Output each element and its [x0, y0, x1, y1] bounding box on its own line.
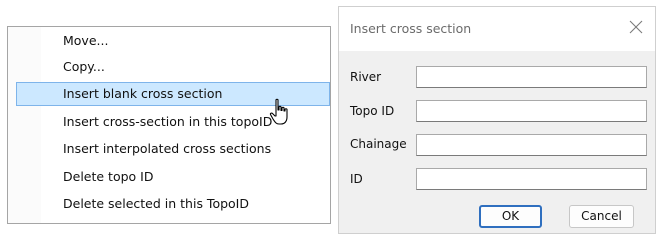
menu-item-delete-topo-id[interactable]: Delete topo ID	[16, 165, 330, 189]
screen: Move... Copy... Insert blank cross secti…	[0, 0, 656, 240]
topo-id-label: Topo ID	[350, 104, 395, 118]
river-label: River	[350, 70, 382, 84]
hand-pointer-cursor-icon	[269, 98, 288, 125]
chainage-label: Chainage	[350, 137, 407, 151]
dialog-titlebar: Insert cross section	[339, 7, 655, 51]
menu-item-delete-selected-in-topoid[interactable]: Delete selected in this TopoID	[16, 192, 330, 216]
close-icon[interactable]	[627, 18, 645, 36]
chainage-input[interactable]	[416, 134, 647, 156]
insert-cross-section-dialog: Insert cross section River Topo ID Chain…	[338, 6, 656, 234]
topo-id-input[interactable]	[416, 100, 647, 122]
menu-item-move[interactable]: Move...	[16, 29, 330, 53]
menu-item-insert-interpolated-cross-sections[interactable]: Insert interpolated cross sections	[16, 137, 330, 161]
river-input[interactable]	[416, 66, 647, 88]
id-input[interactable]	[416, 168, 647, 190]
cancel-button[interactable]: Cancel	[569, 205, 634, 228]
dialog-title: Insert cross section	[350, 21, 472, 36]
ok-button[interactable]: OK	[479, 205, 542, 228]
id-label: ID	[350, 172, 363, 186]
menu-item-copy[interactable]: Copy...	[16, 55, 330, 79]
